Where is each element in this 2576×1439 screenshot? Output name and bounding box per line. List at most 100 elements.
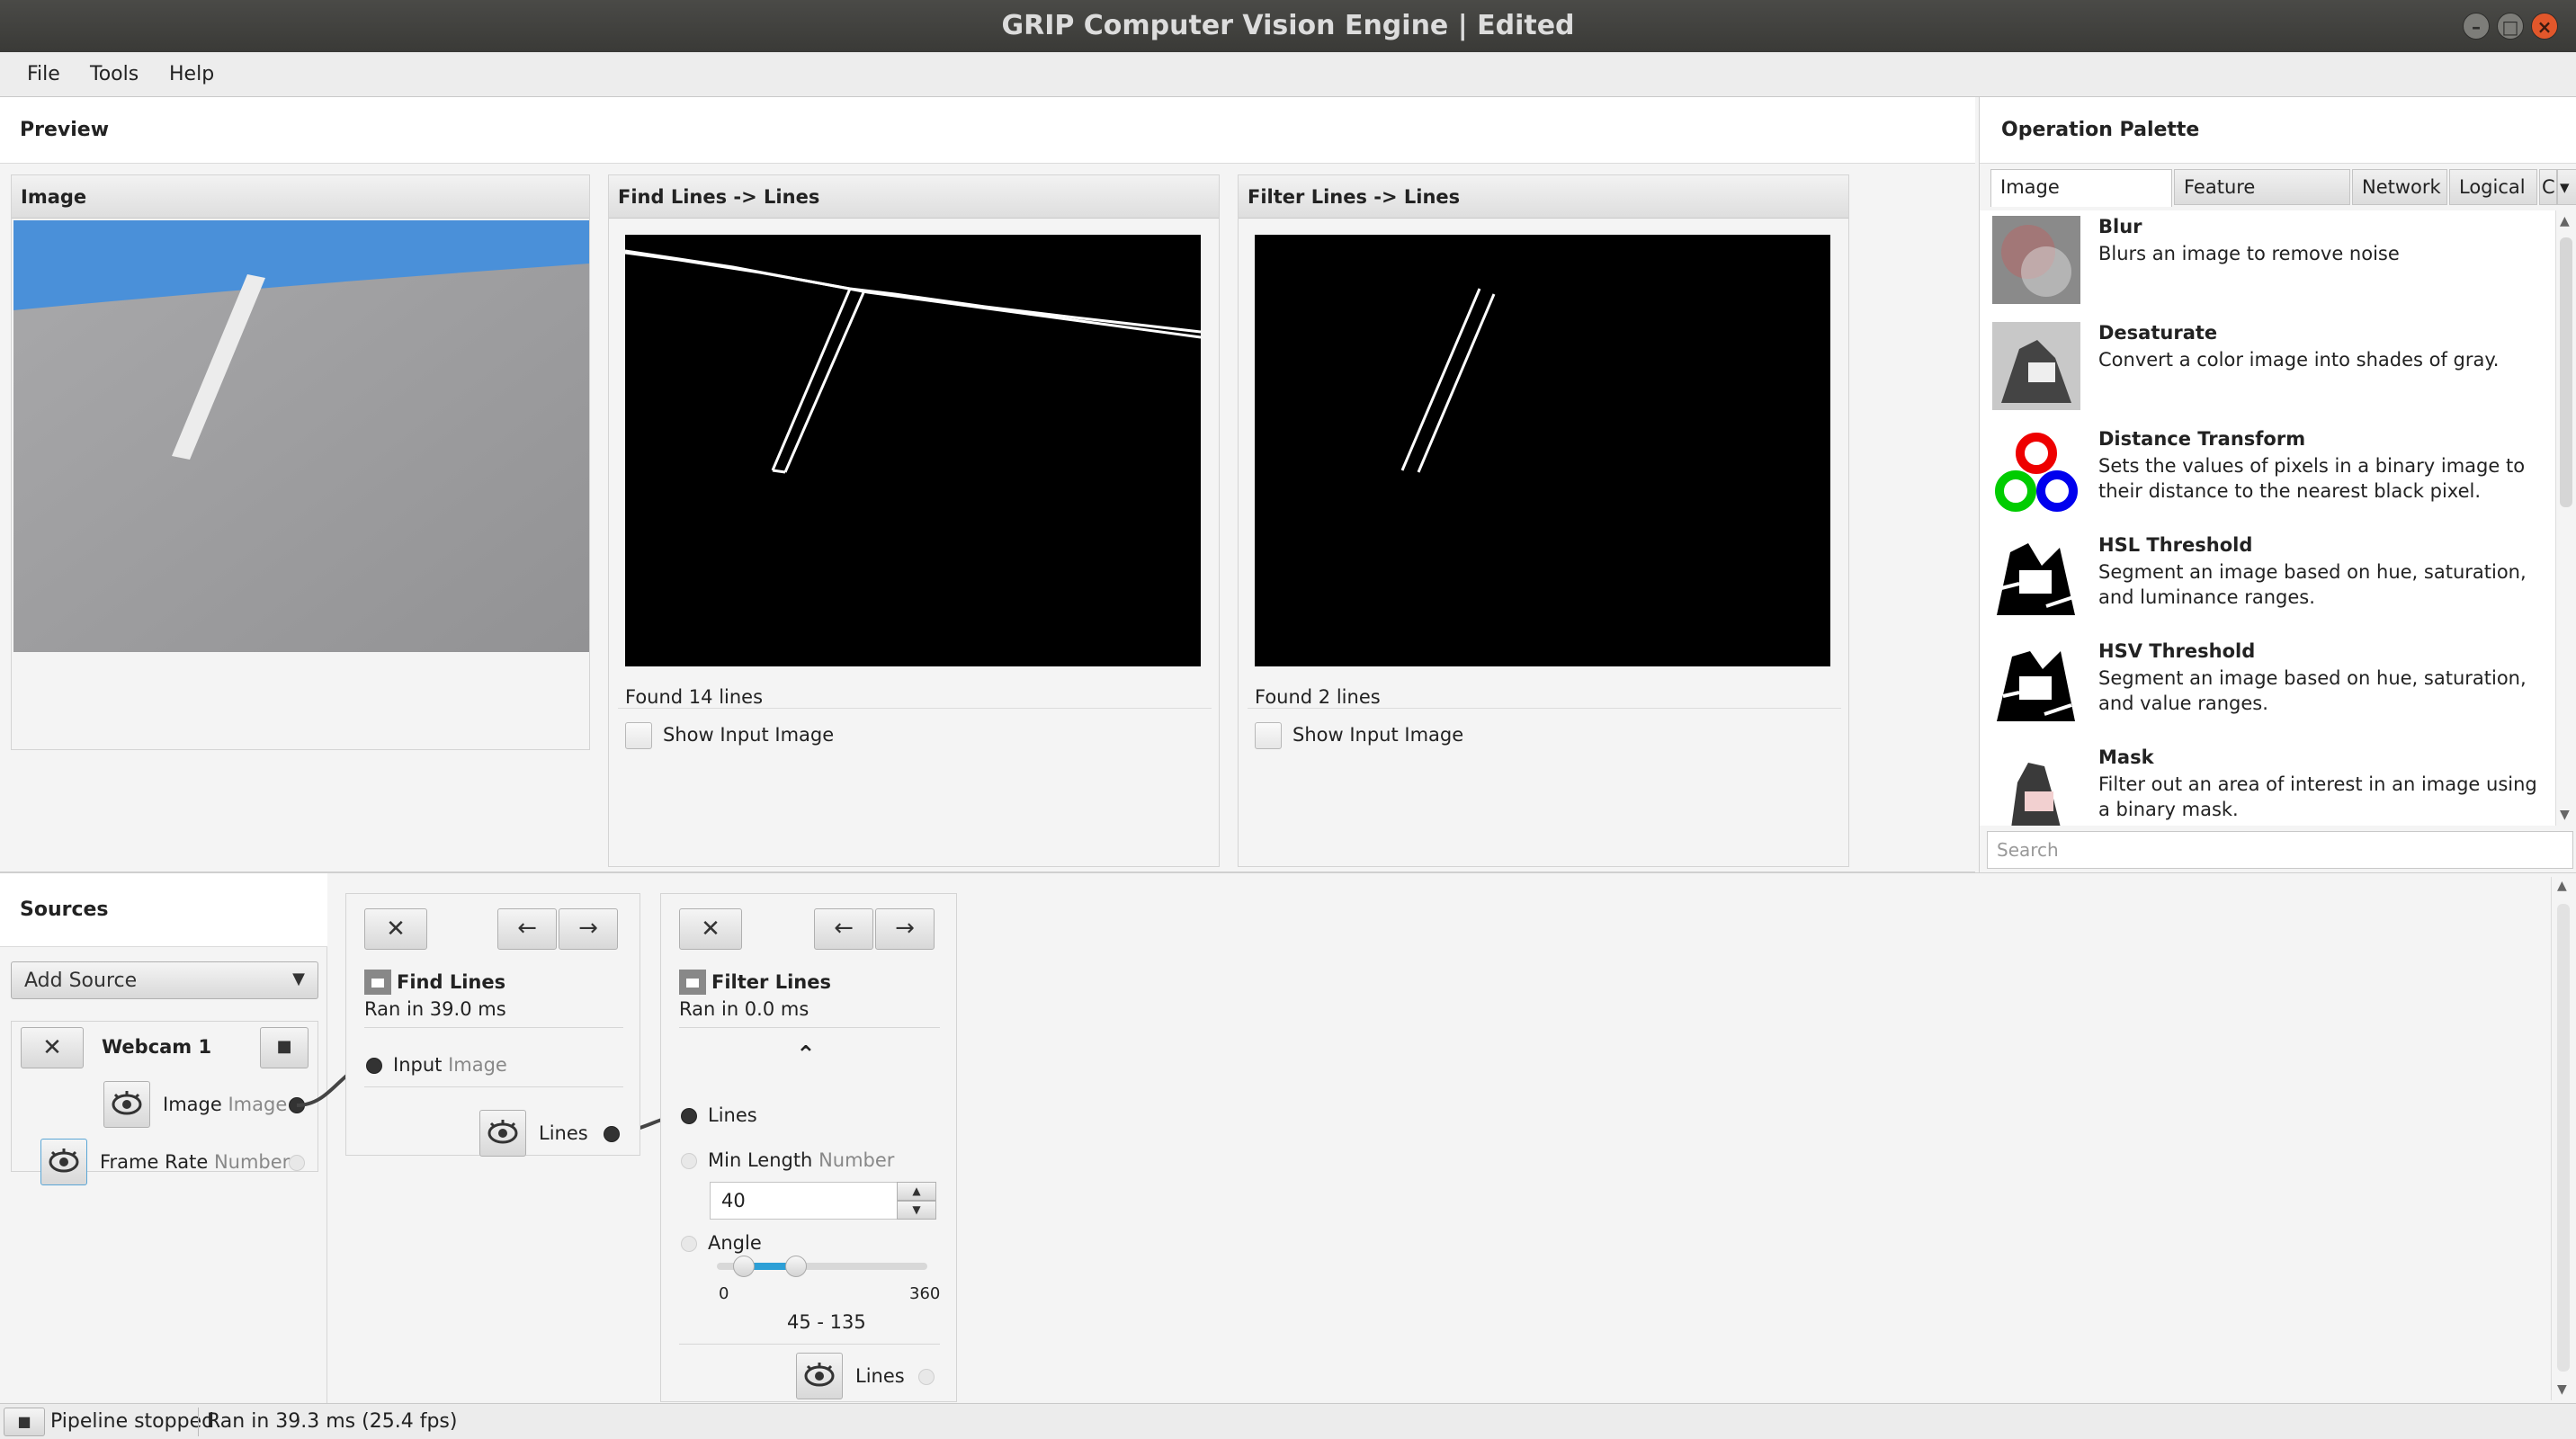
- operation-desc: Segment an image based on hue, saturatio…: [2098, 561, 2527, 608]
- preview-card-image: Image: [11, 174, 590, 750]
- move-step-right-button[interactable]: →: [875, 908, 935, 950]
- scroll-down-icon[interactable]: ▼: [2557, 1382, 2567, 1397]
- scroll-up-icon[interactable]: ▲: [2557, 879, 2567, 893]
- pipeline-state: Pipeline stopped: [50, 1410, 215, 1433]
- remove-step-button[interactable]: ✕: [364, 908, 427, 950]
- palette-title: Operation Palette: [2001, 119, 2200, 141]
- preview-card-filter-lines: Filter Lines -> Lines Found 2 lines Show…: [1238, 174, 1849, 867]
- output-label: Lines: [539, 1122, 588, 1144]
- operation-name: HSV Threshold: [2098, 640, 2256, 662]
- palette-search-input[interactable]: Search: [1987, 831, 2573, 869]
- preview-pane: Preview Image Find Lines -> Lines Found …: [0, 97, 1975, 872]
- lines-input-label: Lines: [708, 1104, 757, 1126]
- pipeline-scrollbar[interactable]: ▲ ▼: [2551, 877, 2574, 1400]
- preview-card-title: Filter Lines -> Lines: [1239, 175, 1848, 219]
- show-input-image-label: Show Input Image: [1292, 724, 1464, 746]
- step-name: Find Lines: [397, 971, 506, 993]
- operation-mask[interactable]: Mask Filter out an area of interest in a…: [1989, 741, 2546, 826]
- caret-up-icon: ▲: [912, 1184, 921, 1197]
- output-socket[interactable]: [918, 1369, 935, 1385]
- move-step-left-button[interactable]: ←: [497, 908, 557, 950]
- output-socket[interactable]: [604, 1126, 620, 1142]
- operation-desaturate[interactable]: Desaturate Convert a color image into sh…: [1989, 317, 2546, 423]
- min-length-label: Min Length Number: [708, 1149, 895, 1171]
- preview-toggle-button[interactable]: [479, 1110, 526, 1157]
- hsv-threshold-thumbnail-icon: [1992, 640, 2080, 728]
- close-window-button[interactable]: ×: [2531, 13, 2558, 40]
- move-step-right-button[interactable]: →: [559, 908, 618, 950]
- menu-tools[interactable]: Tools: [90, 63, 139, 85]
- angle-min-label: 0: [719, 1284, 729, 1303]
- find-lines-output-image: [625, 235, 1201, 666]
- angle-slider-low-thumb[interactable]: [733, 1256, 755, 1277]
- min-length-increment[interactable]: ▲: [897, 1182, 936, 1201]
- operation-palette: Operation Palette Image Processing Featu…: [1979, 97, 2576, 872]
- filter-lines-output-image: [1255, 235, 1830, 666]
- palette-header: Operation Palette: [1980, 97, 2576, 164]
- step-find-lines: ✕ ← → Find Lines Ran in 39.0 ms Input Im…: [345, 893, 640, 1157]
- step-filter-lines: ✕ ← → Filter Lines Ran in 0.0 ms ⌃ Lines…: [660, 893, 957, 1402]
- minimize-button[interactable]: –: [2463, 13, 2490, 40]
- angle-label: Angle: [708, 1232, 762, 1254]
- find-lines-count: Found 14 lines: [625, 686, 764, 708]
- show-input-image-checkbox[interactable]: [625, 722, 652, 749]
- window-titlebar: GRIP Computer Vision Engine | Edited – □…: [0, 0, 2576, 52]
- pipeline-scroll-thumb[interactable]: [2557, 904, 2570, 1372]
- caret-down-icon: ▼: [912, 1203, 921, 1216]
- webcam-preview-image: [13, 220, 589, 652]
- operation-desc: Convert a color image into shades of gra…: [2098, 349, 2500, 371]
- operation-name: Mask: [2098, 746, 2154, 768]
- arrow-left-icon: ←: [834, 915, 854, 942]
- operation-distance-transform[interactable]: Distance Transform Sets the values of pi…: [1989, 423, 2546, 529]
- min-length-input[interactable]: 40: [710, 1182, 899, 1220]
- operation-hsv-threshold[interactable]: HSV Threshold Segment an image based on …: [1989, 635, 2546, 741]
- operation-name: HSL Threshold: [2098, 534, 2253, 556]
- operation-desc: Segment an image based on hue, saturatio…: [2098, 667, 2527, 714]
- angle-slider-high-thumb[interactable]: [785, 1256, 807, 1277]
- min-length-decrement[interactable]: ▼: [897, 1201, 936, 1220]
- tab-network[interactable]: Network: [2352, 169, 2447, 205]
- tab-image-processing[interactable]: Image Processing: [1990, 169, 2172, 232]
- lines-input-socket[interactable]: [681, 1108, 697, 1124]
- scroll-down-icon[interactable]: ▼: [2560, 808, 2570, 822]
- palette-scrollbar[interactable]: ▲ ▼: [2555, 210, 2576, 826]
- close-icon: ✕: [701, 916, 720, 943]
- operation-desc: Sets the values of pixels in a binary im…: [2098, 455, 2526, 502]
- input-socket[interactable]: [366, 1058, 382, 1074]
- output-label: Lines: [855, 1365, 905, 1387]
- run-pipeline-toggle[interactable]: ■: [4, 1408, 45, 1436]
- step-runtime: Ran in 39.0 ms: [364, 998, 506, 1020]
- stop-icon: ■: [17, 1413, 31, 1430]
- scroll-up-icon[interactable]: ▲: [2560, 214, 2570, 228]
- palette-scroll-thumb[interactable]: [2560, 237, 2572, 507]
- operation-hsl-threshold[interactable]: HSL Threshold Segment an image based on …: [1989, 529, 2546, 635]
- pipeline-timing: Ran in 39.3 ms (25.4 fps): [207, 1410, 458, 1433]
- operation-name: Desaturate: [2098, 322, 2218, 344]
- show-input-image-label: Show Input Image: [663, 724, 835, 746]
- preview-card-find-lines: Find Lines -> Lines Found 14 lines Show …: [608, 174, 1220, 867]
- maximize-button[interactable]: □: [2497, 13, 2524, 40]
- operation-blur[interactable]: Blur Blurs an image to remove noise: [1989, 210, 2546, 317]
- arrow-right-icon: →: [895, 915, 915, 942]
- move-step-left-button[interactable]: ←: [814, 908, 873, 950]
- operation-list: Blur Blurs an image to remove noise Desa…: [1980, 210, 2555, 826]
- angle-socket[interactable]: [681, 1236, 697, 1252]
- menu-bar: File Tools Help: [0, 52, 2576, 97]
- preview-header: Preview: [0, 97, 1975, 164]
- filter-lines-count: Found 2 lines: [1255, 686, 1381, 708]
- preview-toggle-button[interactable]: [796, 1353, 843, 1399]
- tab-list-dropdown[interactable]: ▾: [2557, 169, 2576, 205]
- menu-file[interactable]: File: [27, 63, 60, 85]
- close-icon: ✕: [386, 916, 406, 943]
- remove-step-button[interactable]: ✕: [679, 908, 742, 950]
- operation-name: Distance Transform: [2098, 428, 2306, 450]
- collapse-chevron-up-icon[interactable]: ⌃: [796, 1041, 816, 1068]
- tab-overflow[interactable]: C: [2539, 169, 2557, 205]
- angle-range-value: 45 - 135: [787, 1311, 866, 1333]
- show-input-image-checkbox[interactable]: [1255, 722, 1282, 749]
- blur-thumbnail-icon: [1992, 216, 2080, 304]
- tab-feature-detection[interactable]: Feature Detection: [2174, 169, 2350, 232]
- min-length-socket[interactable]: [681, 1153, 697, 1169]
- tab-logical[interactable]: Logical: [2449, 169, 2537, 205]
- menu-help[interactable]: Help: [169, 63, 214, 85]
